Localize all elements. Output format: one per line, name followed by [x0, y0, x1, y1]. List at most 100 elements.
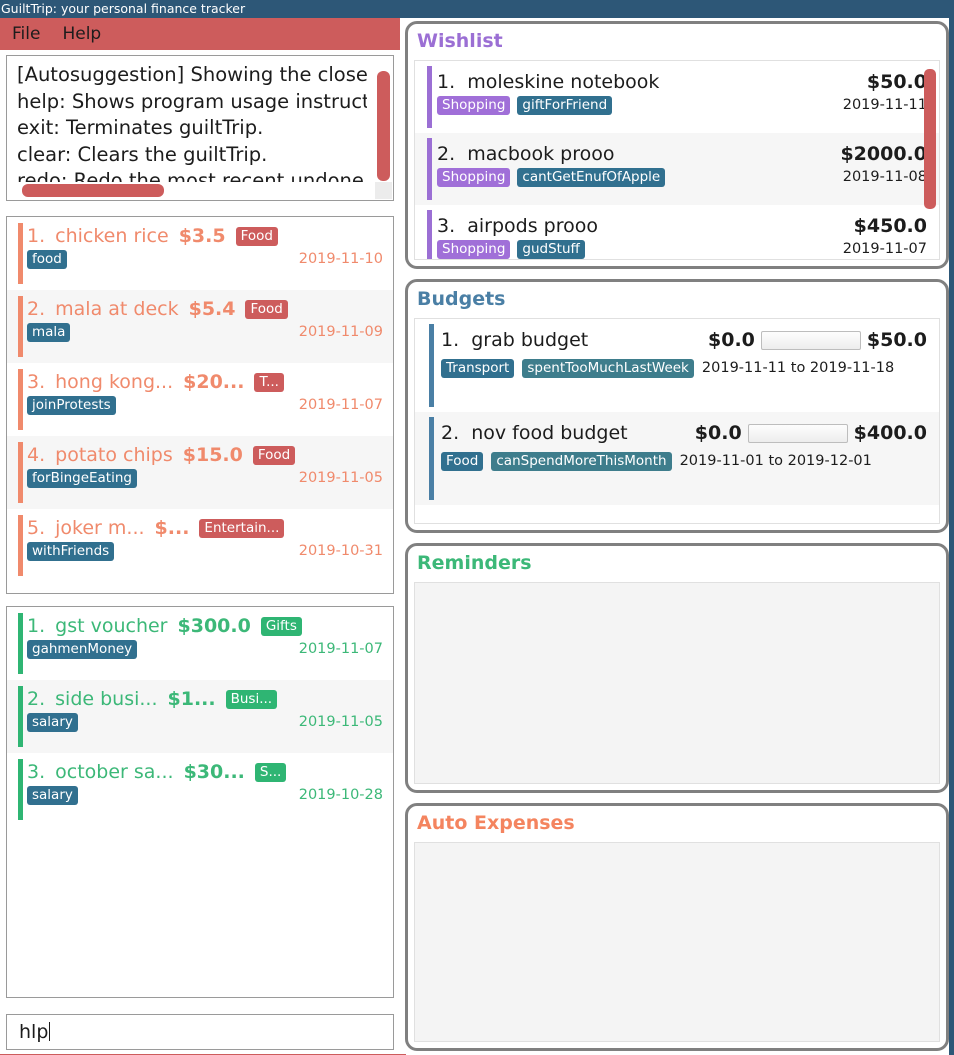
auto-expenses-title: Auto Expenses	[417, 812, 575, 834]
expense-list-item[interactable]: 2. mala at deck $5.4 Food mala 2019-11-0…	[7, 290, 393, 363]
expense-category: Food	[235, 227, 278, 246]
budget-name: nov food budget	[471, 422, 628, 444]
expense-category: Food	[245, 300, 288, 319]
budget-period: 2019-11-11 to 2019-11-18	[701, 360, 895, 376]
income-name: october sa...	[55, 761, 174, 783]
wishlist-item[interactable]: 3. airpods prooo $450.0 Shopping gudStuf…	[415, 205, 939, 259]
expense-name: chicken rice	[55, 225, 169, 247]
expense-date: 2019-10-31	[298, 543, 383, 559]
income-name: gst voucher	[55, 615, 168, 637]
expense-list-item[interactable]: 3. hong kong... $20... T... joinProtests…	[7, 363, 393, 436]
app-window: GuiltTrip: your personal finance tracker…	[0, 0, 954, 1055]
budgets-card: Budgets 1. grab budget $0.0 $50.0 Transp…	[405, 279, 949, 533]
wishlist-scrollbar-thumb[interactable]	[924, 69, 936, 209]
auto-expenses-body[interactable]	[414, 842, 940, 1042]
expense-accent-bar	[18, 296, 23, 357]
expense-tag: withFriends	[27, 542, 115, 561]
expense-amount: $...	[154, 517, 190, 539]
text-caret	[49, 1022, 51, 1041]
expense-name: potato chips	[55, 444, 173, 466]
budget-progress-bar	[760, 330, 861, 350]
budget-tag: canSpendMoreThisMonth	[491, 452, 672, 471]
menu-item-help[interactable]: Help	[62, 24, 101, 44]
wishlist-tag: cantGetEnufOfApple	[517, 168, 666, 187]
income-date: 2019-10-28	[298, 787, 383, 803]
income-list-item[interactable]: 2. side busi... $1... Busi... salary 201…	[7, 680, 393, 753]
result-vertical-scrollbar[interactable]	[375, 57, 392, 183]
expense-accent-bar	[18, 442, 23, 503]
budget-total: $400.0	[853, 422, 927, 444]
result-display-box: [Autosuggestion] Showing the closest hel…	[6, 55, 394, 201]
income-amount: $1...	[167, 688, 216, 710]
income-category: S...	[254, 763, 287, 782]
menu-bar: File Help	[0, 18, 400, 50]
budget-item[interactable]: 1. grab budget $0.0 $50.0 Transport spen…	[415, 319, 939, 412]
wishlist-accent-bar	[427, 66, 432, 128]
budgets-body[interactable]: 1. grab budget $0.0 $50.0 Transport spen…	[414, 318, 940, 524]
wishlist-amount: $50.0	[866, 71, 927, 93]
budget-period: 2019-11-01 to 2019-12-01	[679, 453, 872, 469]
expense-name: joker m...	[55, 517, 145, 539]
expense-index: 2.	[27, 298, 46, 320]
wishlist-scrollbar[interactable]	[923, 63, 937, 257]
expense-accent-bar	[18, 223, 23, 284]
income-list-panel[interactable]: 1. gst voucher $300.0 Gifts gahmenMoney …	[6, 606, 394, 998]
budgets-title: Budgets	[417, 288, 506, 310]
wishlist-name: airpods prooo	[467, 215, 598, 237]
menu-item-file[interactable]: File	[12, 24, 40, 44]
expense-amount: $15.0	[182, 444, 243, 466]
wishlist-body[interactable]: 1. moleskine notebook $50.0 Shopping gif…	[414, 60, 940, 260]
income-date: 2019-11-07	[298, 641, 383, 657]
income-accent-bar	[18, 613, 23, 674]
income-date: 2019-11-05	[298, 714, 383, 730]
expense-list-panel[interactable]: 1. chicken rice $3.5 Food food 2019-11-1…	[6, 216, 394, 594]
income-tag: salary	[27, 713, 78, 732]
result-vertical-scrollbar-thumb[interactable]	[377, 71, 390, 181]
expense-tag: mala	[27, 323, 71, 342]
wishlist-date: 2019-11-07	[842, 241, 927, 257]
expense-list-item[interactable]: 5. joker m... $... Entertain... withFrie…	[7, 509, 393, 582]
income-category: Busi...	[225, 690, 278, 709]
budget-category: Food	[441, 452, 484, 471]
wishlist-card: Wishlist 1. moleskine notebook $50.0 Sho…	[405, 21, 949, 269]
expense-list-item[interactable]: 1. chicken rice $3.5 Food food 2019-11-1…	[7, 217, 393, 290]
wishlist-name: macbook prooo	[467, 143, 615, 165]
income-accent-bar	[18, 686, 23, 747]
command-input[interactable]: hlp	[6, 1014, 394, 1050]
expense-name: mala at deck	[55, 298, 179, 320]
income-amount: $300.0	[177, 615, 251, 637]
expense-tag: forBingeEating	[27, 469, 137, 488]
budget-accent-bar	[429, 324, 434, 407]
wishlist-name: moleskine notebook	[467, 71, 660, 93]
expense-tag: joinProtests	[27, 396, 116, 415]
expense-amount: $20...	[183, 371, 245, 393]
expense-date: 2019-11-05	[298, 470, 383, 486]
wishlist-amount: $2000.0	[840, 143, 927, 165]
wishlist-item[interactable]: 1. moleskine notebook $50.0 Shopping gif…	[415, 61, 939, 133]
wishlist-accent-bar	[427, 210, 432, 259]
left-column: File Help [Autosuggestion] Showing the c…	[0, 18, 406, 1055]
budget-item[interactable]: 2. nov food budget $0.0 $400.0 Food canS…	[415, 412, 939, 505]
income-list-item[interactable]: 3. october sa... $30... S... salary 2019…	[7, 753, 393, 826]
budget-index: 2.	[441, 422, 460, 444]
expense-index: 3.	[27, 371, 46, 393]
expense-category: Food	[252, 446, 296, 465]
income-list-item[interactable]: 1. gst voucher $300.0 Gifts gahmenMoney …	[7, 607, 393, 680]
expense-accent-bar	[18, 369, 23, 430]
expense-amount: $3.5	[178, 225, 226, 247]
income-index: 2.	[27, 688, 46, 710]
expense-category: Entertain...	[199, 519, 285, 538]
wishlist-amount: $450.0	[853, 215, 927, 237]
window-title: GuiltTrip: your personal finance tracker	[1, 1, 246, 16]
result-horizontal-scrollbar[interactable]	[8, 182, 376, 199]
expense-list-item[interactable]: 4. potato chips $15.0 Food forBingeEatin…	[7, 436, 393, 509]
right-column: Wishlist 1. moleskine notebook $50.0 Sho…	[405, 21, 949, 1051]
income-accent-bar	[18, 759, 23, 820]
income-tag: salary	[27, 786, 78, 805]
wishlist-item[interactable]: 2. macbook prooo $2000.0 Shopping cantGe…	[415, 133, 939, 205]
budget-accent-bar	[429, 417, 434, 500]
reminders-body[interactable]	[414, 582, 940, 784]
expense-date: 2019-11-09	[298, 324, 383, 340]
expense-date: 2019-11-07	[298, 397, 383, 413]
result-horizontal-scrollbar-thumb[interactable]	[22, 184, 164, 197]
